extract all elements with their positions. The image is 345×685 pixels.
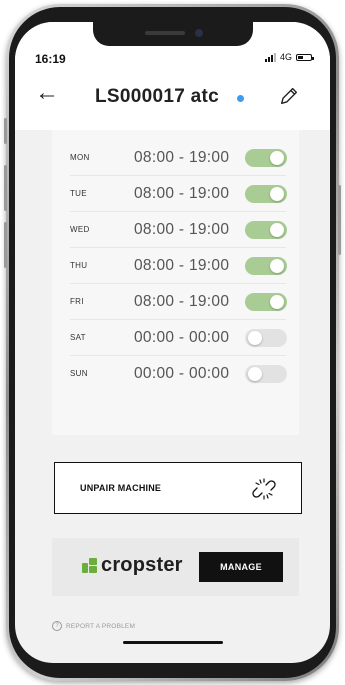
day-label: WED: [70, 225, 90, 234]
arrow-left-icon[interactable]: ←: [35, 81, 59, 105]
cropster-card: cropster MANAGE: [52, 538, 299, 596]
toggle-knob: [248, 331, 262, 345]
day-time-range[interactable]: 00:00 - 00:00: [134, 365, 229, 383]
toggle-knob: [270, 187, 284, 201]
day-label: THU: [70, 261, 88, 270]
day-time-range[interactable]: 08:00 - 19:00: [134, 293, 229, 311]
toggle-knob: [270, 259, 284, 273]
schedule-card: MON 08:00 - 19:00 TUE 08:00 - 19:00 WED 08:00…: [52, 130, 299, 435]
home-indicator: [123, 641, 223, 644]
day-label: SUN: [70, 369, 88, 378]
day-time-range[interactable]: 08:00 - 19:00: [134, 257, 229, 275]
day-toggle-switch[interactable]: [245, 293, 287, 311]
schedule-row-wed: WED 08:00 - 19:00: [52, 212, 299, 248]
network-type: 4G: [279, 52, 292, 62]
schedule-row-tue: TUE 08:00 - 19:00: [52, 176, 299, 212]
battery-icon: [296, 53, 314, 61]
schedule-row-sun: SUN 00:00 - 00:00: [52, 356, 299, 392]
toggle-knob: [248, 367, 262, 381]
day-time-range[interactable]: 08:00 - 19:00: [134, 221, 229, 239]
day-label: TUE: [70, 189, 87, 198]
connection-status-dot: [237, 95, 244, 102]
day-toggle-switch[interactable]: [245, 329, 287, 347]
day-label: SAT: [70, 333, 86, 342]
status-indicators: 4G: [264, 52, 314, 62]
day-toggle-switch[interactable]: [245, 185, 287, 203]
phone-side-button: [4, 118, 7, 144]
phone-side-button: [338, 185, 341, 255]
schedule-row-sat: SAT 00:00 - 00:00: [52, 320, 299, 356]
day-time-range[interactable]: 00:00 - 00:00: [134, 329, 229, 347]
day-toggle-switch[interactable]: [245, 221, 287, 239]
manage-button[interactable]: MANAGE: [199, 552, 283, 582]
cropster-logo-text: cropster: [101, 554, 183, 576]
day-label: FRI: [70, 297, 84, 306]
phone-side-button: [4, 165, 7, 211]
toggle-knob: [270, 295, 284, 309]
phone-side-button: [4, 222, 7, 268]
day-time-range[interactable]: 08:00 - 19:00: [134, 149, 229, 167]
report-problem-label: REPORT A PROBLEM: [66, 622, 136, 630]
day-time-range[interactable]: 08:00 - 19:00: [134, 185, 229, 203]
report-problem-link[interactable]: ? REPORT A PROBLEM: [52, 621, 135, 631]
front-camera: [194, 29, 203, 37]
question-circle-icon: ?: [52, 621, 62, 631]
page-title: LS000017 atc: [95, 86, 220, 107]
schedule-row-mon: MON 08:00 - 19:00: [52, 140, 299, 176]
signal-icon: [264, 52, 276, 62]
cropster-logo: cropster: [82, 554, 183, 577]
unpair-machine-label: UNPAIR MACHINE: [80, 483, 162, 493]
app-screen: 16:19 4G ← LS000017 atc MON 08:00 - 19:00…: [15, 22, 330, 663]
unpair-machine-button[interactable]: UNPAIR MACHINE: [54, 462, 302, 514]
day-toggle-switch[interactable]: [245, 149, 287, 167]
speaker-grille: [144, 31, 185, 35]
toggle-knob: [270, 223, 284, 237]
notch: [92, 22, 253, 46]
toggle-knob: [270, 151, 284, 165]
schedule-row-fri: FRI 08:00 - 19:00: [52, 284, 299, 320]
day-toggle-switch[interactable]: [245, 365, 287, 383]
pencil-icon[interactable]: [278, 85, 300, 107]
day-toggle-switch[interactable]: [245, 257, 287, 275]
status-time: 16:19: [35, 52, 66, 66]
unlink-icon: [252, 478, 276, 500]
schedule-row-thu: THU 08:00 - 19:00: [52, 248, 299, 284]
cropster-leaf-icon: [82, 558, 97, 573]
day-label: MON: [70, 153, 90, 162]
